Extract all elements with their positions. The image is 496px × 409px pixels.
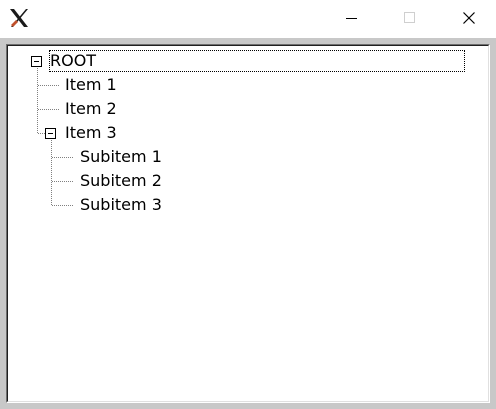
minimize-button[interactable] (337, 4, 367, 32)
tree-node-subitem-1[interactable]: Subitem 1 (80, 147, 162, 167)
tree-node-item-1[interactable]: Item 1 (65, 75, 117, 95)
close-icon (463, 12, 475, 24)
x-logo-icon (10, 9, 28, 27)
tree-node-subitem-3[interactable]: Subitem 3 (80, 195, 162, 215)
tree-node-item-3[interactable]: Item 3 (65, 123, 117, 143)
maximize-button[interactable] (395, 4, 425, 32)
tree-view[interactable]: ROOT Item 1 Item 2 Item 3 Subitem 1 Subi… (6, 44, 490, 403)
close-button[interactable] (454, 4, 484, 32)
maximize-icon (404, 12, 415, 23)
tree-node-subitem-2[interactable]: Subitem 2 (80, 171, 162, 191)
app-window: ROOT Item 1 Item 2 Item 3 Subitem 1 Subi… (0, 0, 496, 409)
tree-node-item-2[interactable]: Item 2 (65, 99, 117, 119)
item-3-collapse-toggle[interactable] (45, 128, 56, 139)
tree-view-inner: ROOT Item 1 Item 2 Item 3 Subitem 1 Subi… (7, 45, 489, 402)
root-collapse-toggle[interactable] (31, 56, 42, 67)
minimize-icon (346, 18, 357, 19)
title-bar[interactable] (0, 0, 496, 38)
tree-node-root[interactable]: ROOT (48, 50, 466, 72)
